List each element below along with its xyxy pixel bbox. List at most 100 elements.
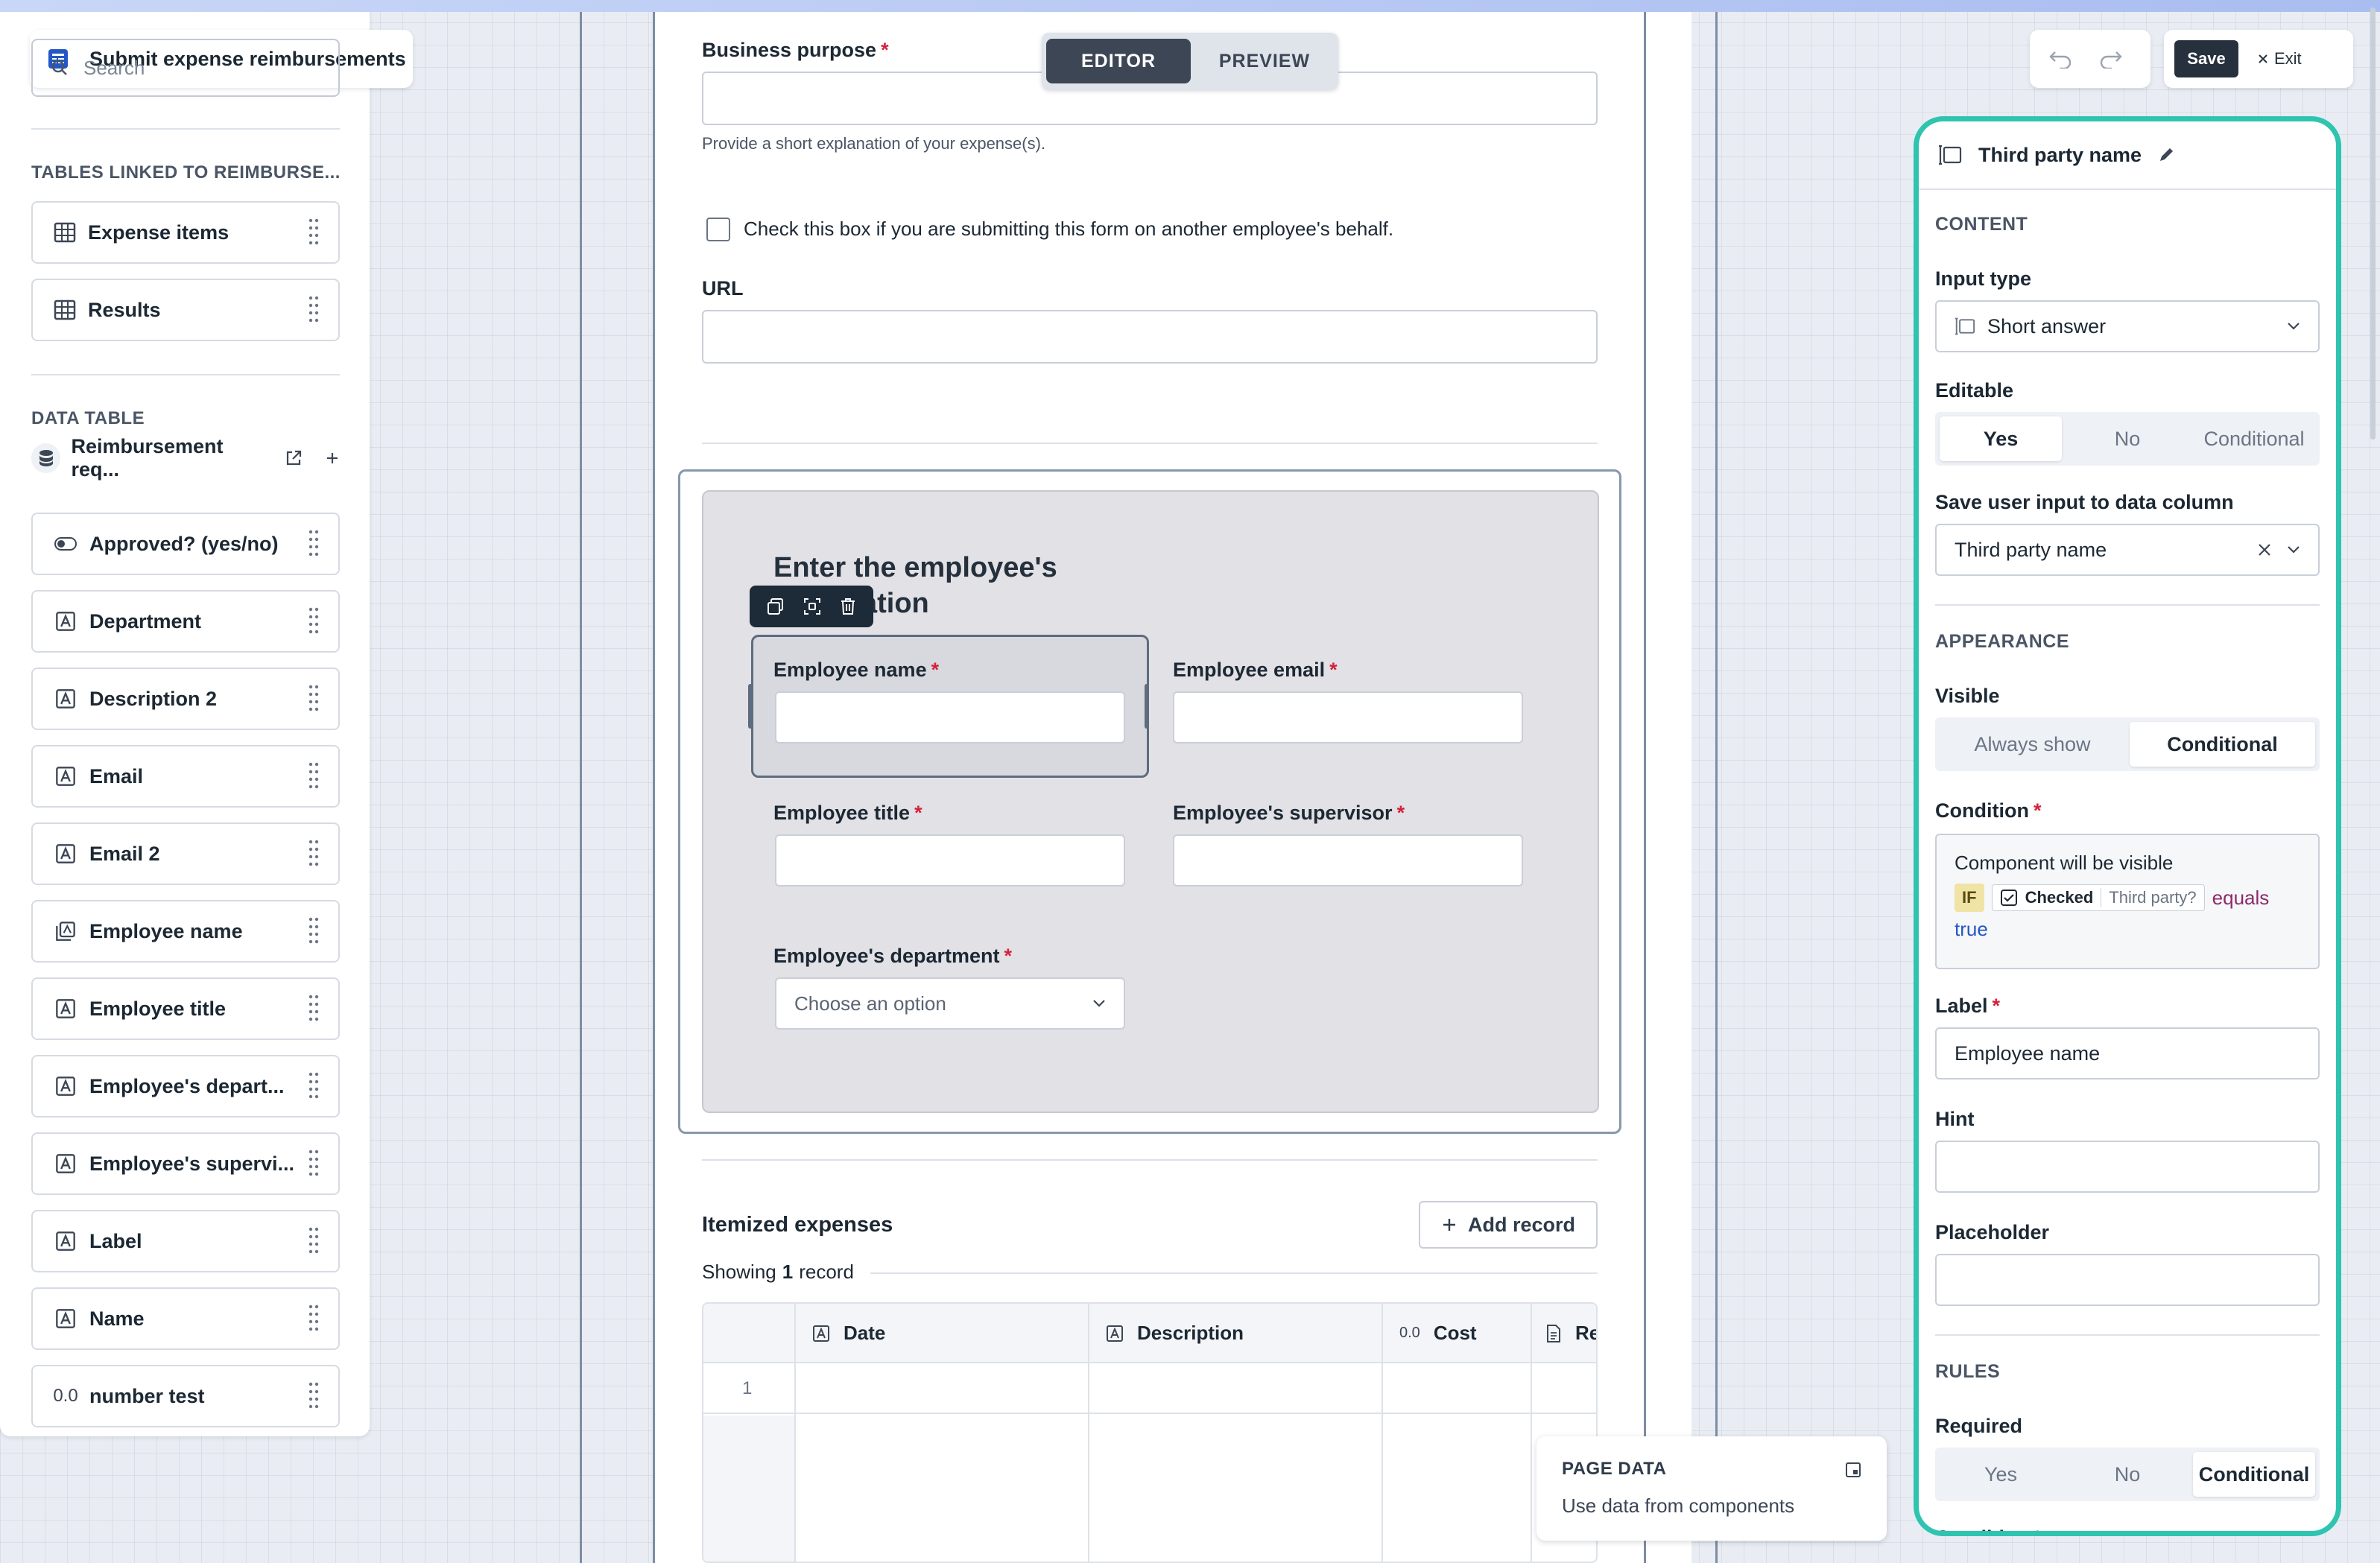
plus-icon[interactable] <box>325 451 340 466</box>
resize-handle-right[interactable] <box>1145 684 1149 729</box>
drag-handle-icon[interactable] <box>308 1149 319 1179</box>
placeholder-input[interactable] <box>1935 1254 2320 1306</box>
section-title-line-1: Enter the employee's <box>773 552 1057 583</box>
employee-title-label: Employee title * <box>773 802 922 824</box>
delete-icon[interactable] <box>839 597 857 616</box>
left-sidebar: Search TABLES LINKED TO REIMBURSE... Exp… <box>0 0 2376 1436</box>
drag-handle-icon[interactable] <box>308 1071 319 1101</box>
database-icon <box>31 443 61 473</box>
drag-handle-icon[interactable] <box>308 606 319 636</box>
field-label-text: Employee's supervisor <box>1173 802 1393 824</box>
field-item[interactable]: Description 2 <box>31 668 340 730</box>
undo-redo-group <box>2030 30 2150 88</box>
column-header-cost[interactable]: 0.0 Cost <box>1399 1322 1477 1345</box>
hint-input[interactable] <box>1935 1141 2320 1193</box>
visible-option-always-show[interactable]: Always show <box>1940 722 2125 767</box>
employee-supervisor-label: Employee's supervisor * <box>1173 802 1405 824</box>
properties-header: Third party name <box>1919 121 2336 190</box>
edit-pencil-icon[interactable] <box>2158 147 2174 163</box>
redo-icon[interactable] <box>2091 42 2131 76</box>
employee-supervisor-input[interactable] <box>1173 834 1523 887</box>
field-item-label: Email <box>89 764 144 787</box>
required-option-yes[interactable]: Yes <box>1940 1452 2062 1497</box>
field-item[interactable]: Employee title <box>31 977 340 1040</box>
employee-email-input[interactable] <box>1173 691 1523 744</box>
linked-table-label: Expense items <box>88 221 230 244</box>
canvas-guide-line <box>1715 12 1718 1563</box>
exit-button[interactable]: Exit <box>2249 49 2311 69</box>
drag-handle-icon[interactable] <box>308 218 319 247</box>
field-toolbar <box>750 586 873 627</box>
employee-name-input[interactable] <box>775 691 1125 744</box>
field-item[interactable]: Approved? (yes/no) <box>31 513 340 575</box>
divider <box>702 1159 1598 1161</box>
field-item[interactable]: Label <box>31 1210 340 1272</box>
field-item[interactable]: Email <box>31 745 340 808</box>
drag-handle-icon[interactable] <box>308 994 319 1024</box>
text-field-icon <box>54 611 77 632</box>
drag-handle-icon[interactable] <box>308 1381 319 1411</box>
expand-panel-icon[interactable] <box>1845 1462 1861 1478</box>
drag-handle-icon[interactable] <box>308 529 319 559</box>
editor-tab[interactable]: EDITOR <box>1046 39 1191 83</box>
field-item[interactable]: Employee's depart... <box>31 1055 340 1117</box>
search-input[interactable]: Search <box>31 39 340 97</box>
chevron-down-icon <box>2287 545 2300 554</box>
save-column-select[interactable]: Third party name <box>1935 524 2320 576</box>
table-row[interactable] <box>703 1363 1596 1414</box>
field-item[interactable]: Employee name <box>31 900 340 963</box>
field-item[interactable]: 0.0 number test <box>31 1365 340 1427</box>
condition-label: Condition * <box>1935 799 2042 822</box>
editable-option-no[interactable]: No <box>2066 416 2188 461</box>
drag-handle-icon[interactable] <box>308 684 319 714</box>
drag-handle-icon[interactable] <box>308 761 319 791</box>
linked-table-expense-items[interactable]: Expense items <box>31 201 340 264</box>
editor-preview-toggle[interactable]: EDITOR PREVIEW <box>1042 33 1338 89</box>
resize-handle-left[interactable] <box>748 684 753 729</box>
column-header-receipt[interactable]: Re <box>1545 1322 1596 1345</box>
field-label-text: Employee email <box>1173 659 1326 681</box>
save-button[interactable]: Save <box>2174 40 2238 77</box>
required-option-no[interactable]: No <box>2066 1452 2188 1497</box>
behalf-checkbox[interactable] <box>706 218 730 241</box>
field-item[interactable]: Employee's supervi... <box>31 1132 340 1195</box>
text-field-icon <box>54 1153 77 1174</box>
editable-option-conditional[interactable]: Conditional <box>2193 416 2315 461</box>
condition-editor[interactable]: Component will be visible IF Checked Thi… <box>1935 834 2320 969</box>
text-field-icon <box>54 1308 77 1329</box>
field-item[interactable]: Email 2 <box>31 822 340 885</box>
checkbox-checked-icon <box>2000 889 2018 907</box>
undo-icon[interactable] <box>2040 42 2080 76</box>
editable-option-yes[interactable]: Yes <box>1940 416 2062 461</box>
field-item[interactable]: Department <box>31 590 340 653</box>
preview-tab[interactable]: PREVIEW <box>1195 39 1334 83</box>
content-heading: CONTENT <box>1935 214 2028 235</box>
employee-department-select[interactable]: Choose an option <box>775 977 1125 1030</box>
data-table-row[interactable]: Reimbursement req... <box>31 435 340 481</box>
form-page-edge <box>1644 12 1646 1563</box>
label-input[interactable]: Employee name <box>1935 1027 2320 1079</box>
drag-handle-icon[interactable] <box>308 839 319 869</box>
drag-handle-icon[interactable] <box>308 1304 319 1334</box>
column-header-date[interactable]: Date <box>812 1322 885 1345</box>
input-type-value: Short answer <box>1987 314 2107 337</box>
select-parent-icon[interactable] <box>803 597 822 616</box>
url-input[interactable] <box>702 310 1598 364</box>
linked-tables-heading: TABLES LINKED TO REIMBURSE... <box>31 162 341 183</box>
add-record-button[interactable]: Add record <box>1419 1201 1598 1249</box>
drag-handle-icon[interactable] <box>308 1226 319 1256</box>
clear-icon[interactable] <box>2257 542 2272 557</box>
required-segmented-control: Yes No Conditional <box>1935 1448 2320 1501</box>
visible-option-conditional[interactable]: Conditional <box>2130 722 2315 767</box>
drag-handle-icon[interactable] <box>308 295 319 325</box>
column-header-description[interactable]: Description <box>1106 1322 1244 1345</box>
input-type-select[interactable]: Short answer <box>1935 300 2320 352</box>
employee-title-input[interactable] <box>775 834 1125 887</box>
linked-table-results[interactable]: Results <box>31 279 340 341</box>
required-option-conditional[interactable]: Conditional <box>2193 1452 2315 1497</box>
duplicate-icon[interactable] <box>766 597 785 616</box>
page-data-panel[interactable]: PAGE DATA Use data from components <box>1536 1436 1887 1541</box>
external-link-icon[interactable] <box>285 449 303 467</box>
field-item[interactable]: Name <box>31 1287 340 1350</box>
drag-handle-icon[interactable] <box>308 916 319 946</box>
